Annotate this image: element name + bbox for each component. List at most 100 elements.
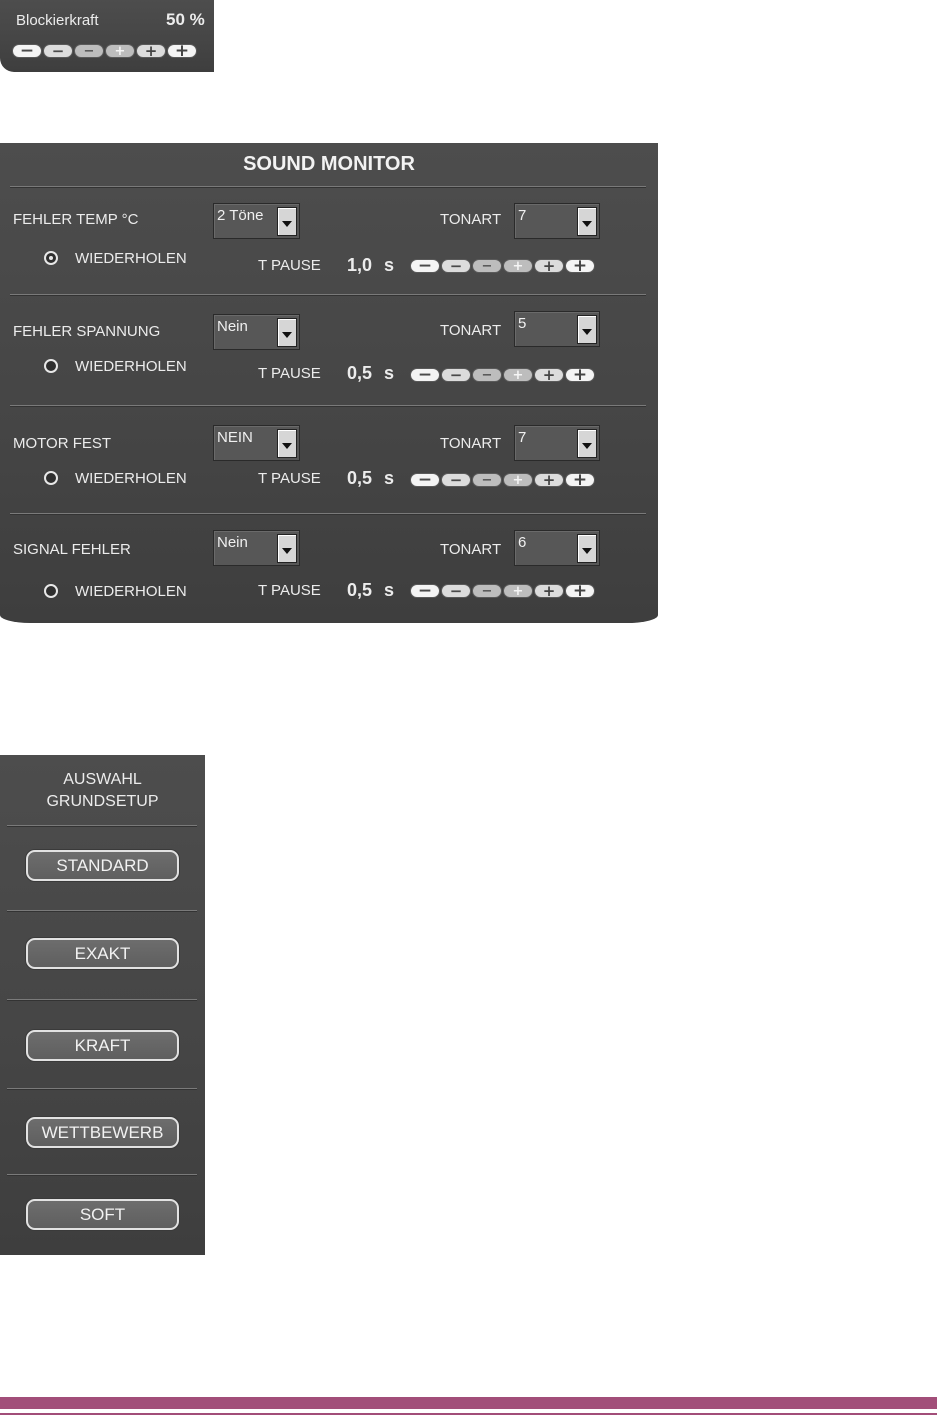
preset-standard-button[interactable]: STANDARD [26, 850, 179, 881]
preset-wettbewerb-button[interactable]: WETTBEWERB [26, 1117, 179, 1148]
sound-monitor-title: SOUND MONITOR [243, 153, 415, 175]
repeat-label: WIEDERHOLEN [75, 583, 187, 600]
plus-icon: + [542, 256, 556, 275]
decrease-medium-button[interactable]: − [441, 583, 471, 598]
minus-icon: − [481, 583, 493, 599]
dropdown-arrow-icon[interactable] [277, 534, 297, 563]
minus-icon: − [51, 41, 65, 60]
preset-exakt-button[interactable]: EXAKT [26, 938, 179, 969]
plus-icon: + [512, 583, 524, 599]
tpause-value: 0,5 [347, 580, 373, 600]
decrease-large-button[interactable]: − [410, 582, 440, 599]
decrease-small-button[interactable]: − [472, 368, 502, 382]
minus-icon: − [417, 255, 433, 276]
tonart-dropdown[interactable]: 6 [514, 530, 600, 566]
decrease-medium-button[interactable]: − [441, 367, 471, 382]
tonart-value: 7 [518, 207, 527, 224]
dropdown-arrow-icon[interactable] [277, 207, 297, 236]
decrease-large-button[interactable]: − [410, 471, 440, 488]
blockierkraft-label: Blockierkraft [16, 12, 99, 29]
dropdown-arrow-icon[interactable] [577, 315, 597, 344]
mode-dropdown[interactable]: Nein [213, 530, 300, 566]
mode-dropdown[interactable]: Nein [213, 314, 300, 350]
increase-small-button[interactable]: + [503, 584, 533, 598]
tonart-value: 5 [518, 315, 527, 332]
decrease-small-button[interactable]: − [74, 44, 104, 58]
grundsetup-heading-line2: GRUNDSETUP [46, 793, 159, 810]
increase-small-button[interactable]: + [105, 44, 135, 58]
minus-icon: − [449, 470, 463, 489]
footer-line [0, 1413, 937, 1415]
decrease-large-button[interactable]: − [410, 366, 440, 383]
repeat-label: WIEDERHOLEN [75, 250, 187, 267]
mode-value: NEIN [217, 429, 253, 446]
tpause-label: T PAUSE [258, 470, 321, 487]
repeat-radio[interactable] [44, 359, 58, 373]
plus-icon: + [542, 470, 556, 489]
increase-large-button[interactable]: + [167, 42, 197, 59]
increase-large-button[interactable]: + [565, 582, 595, 599]
increase-large-button[interactable]: + [565, 469, 595, 490]
dropdown-arrow-icon[interactable] [577, 207, 597, 236]
increase-medium-button[interactable]: + [534, 583, 564, 598]
row-name: FEHLER TEMP °C [13, 211, 139, 228]
tonart-label: TONART [440, 435, 502, 452]
minus-icon: − [481, 258, 493, 274]
repeat-radio[interactable] [44, 471, 58, 485]
blockierkraft-panel: Blockierkraft 50 % − − − + + + [0, 0, 214, 72]
increase-medium-button[interactable]: + [136, 43, 166, 58]
grundsetup-heading: AUSWAHL GRUNDSETUP [0, 769, 205, 813]
repeat-radio[interactable] [44, 251, 58, 265]
plus-icon: + [542, 365, 556, 384]
increase-large-button[interactable]: + [565, 255, 595, 276]
minus-icon: − [481, 472, 493, 488]
row-name: SIGNAL FEHLER [13, 541, 131, 558]
sound-row-signal-fehler: SIGNAL FEHLER Nein TONART 6 WIEDERHOLEN … [0, 515, 658, 625]
minus-icon: − [481, 367, 493, 383]
row-name: FEHLER SPANNUNG [13, 323, 161, 340]
tpause-value: 1,0 [347, 255, 373, 275]
plus-icon: + [572, 255, 588, 276]
plus-icon: + [572, 469, 588, 490]
decrease-medium-button[interactable]: − [43, 41, 73, 60]
plus-icon: + [512, 367, 524, 383]
decrease-large-button[interactable]: − [410, 255, 440, 276]
tonart-dropdown[interactable]: 5 [514, 311, 600, 347]
tpause-value: 0,5 [347, 468, 373, 488]
increase-large-button[interactable]: + [565, 364, 595, 385]
dropdown-arrow-icon[interactable] [577, 429, 597, 458]
divider [7, 1088, 197, 1090]
decrease-medium-button[interactable]: − [441, 258, 471, 273]
tonart-value: 6 [518, 534, 527, 551]
tonart-label: TONART [440, 322, 502, 339]
mode-dropdown[interactable]: 2 Töne [213, 203, 300, 239]
increase-medium-button[interactable]: + [534, 256, 564, 275]
repeat-radio[interactable] [44, 584, 58, 598]
dropdown-arrow-icon[interactable] [277, 318, 297, 347]
increase-small-button[interactable]: + [503, 259, 533, 273]
tpause-unit: s [384, 468, 395, 488]
preset-soft-button[interactable]: SOFT [26, 1199, 179, 1230]
mode-value: 2 Töne [217, 207, 264, 224]
tonart-dropdown[interactable]: 7 [514, 425, 600, 461]
decrease-small-button[interactable]: − [472, 473, 502, 487]
increase-small-button[interactable]: + [503, 368, 533, 382]
preset-kraft-button[interactable]: KRAFT [26, 1030, 179, 1061]
tonart-label: TONART [440, 541, 502, 558]
decrease-small-button[interactable]: − [472, 259, 502, 273]
row-name: MOTOR FEST [13, 435, 112, 452]
dropdown-arrow-icon[interactable] [277, 429, 297, 458]
tonart-label: TONART [440, 211, 502, 228]
minus-icon: − [83, 43, 95, 59]
decrease-small-button[interactable]: − [472, 584, 502, 598]
mode-dropdown[interactable]: NEIN [213, 425, 300, 461]
tonart-dropdown[interactable]: 7 [514, 203, 600, 239]
decrease-medium-button[interactable]: − [441, 470, 471, 489]
increase-small-button[interactable]: + [503, 473, 533, 487]
dropdown-arrow-icon[interactable] [577, 534, 597, 563]
increase-medium-button[interactable]: + [534, 470, 564, 489]
plus-icon: + [572, 364, 588, 385]
sound-row-motor-fest: MOTOR FEST NEIN TONART 7 WIEDERHOLEN T P… [0, 407, 658, 517]
increase-medium-button[interactable]: + [534, 365, 564, 384]
decrease-large-button[interactable]: − [12, 42, 42, 59]
